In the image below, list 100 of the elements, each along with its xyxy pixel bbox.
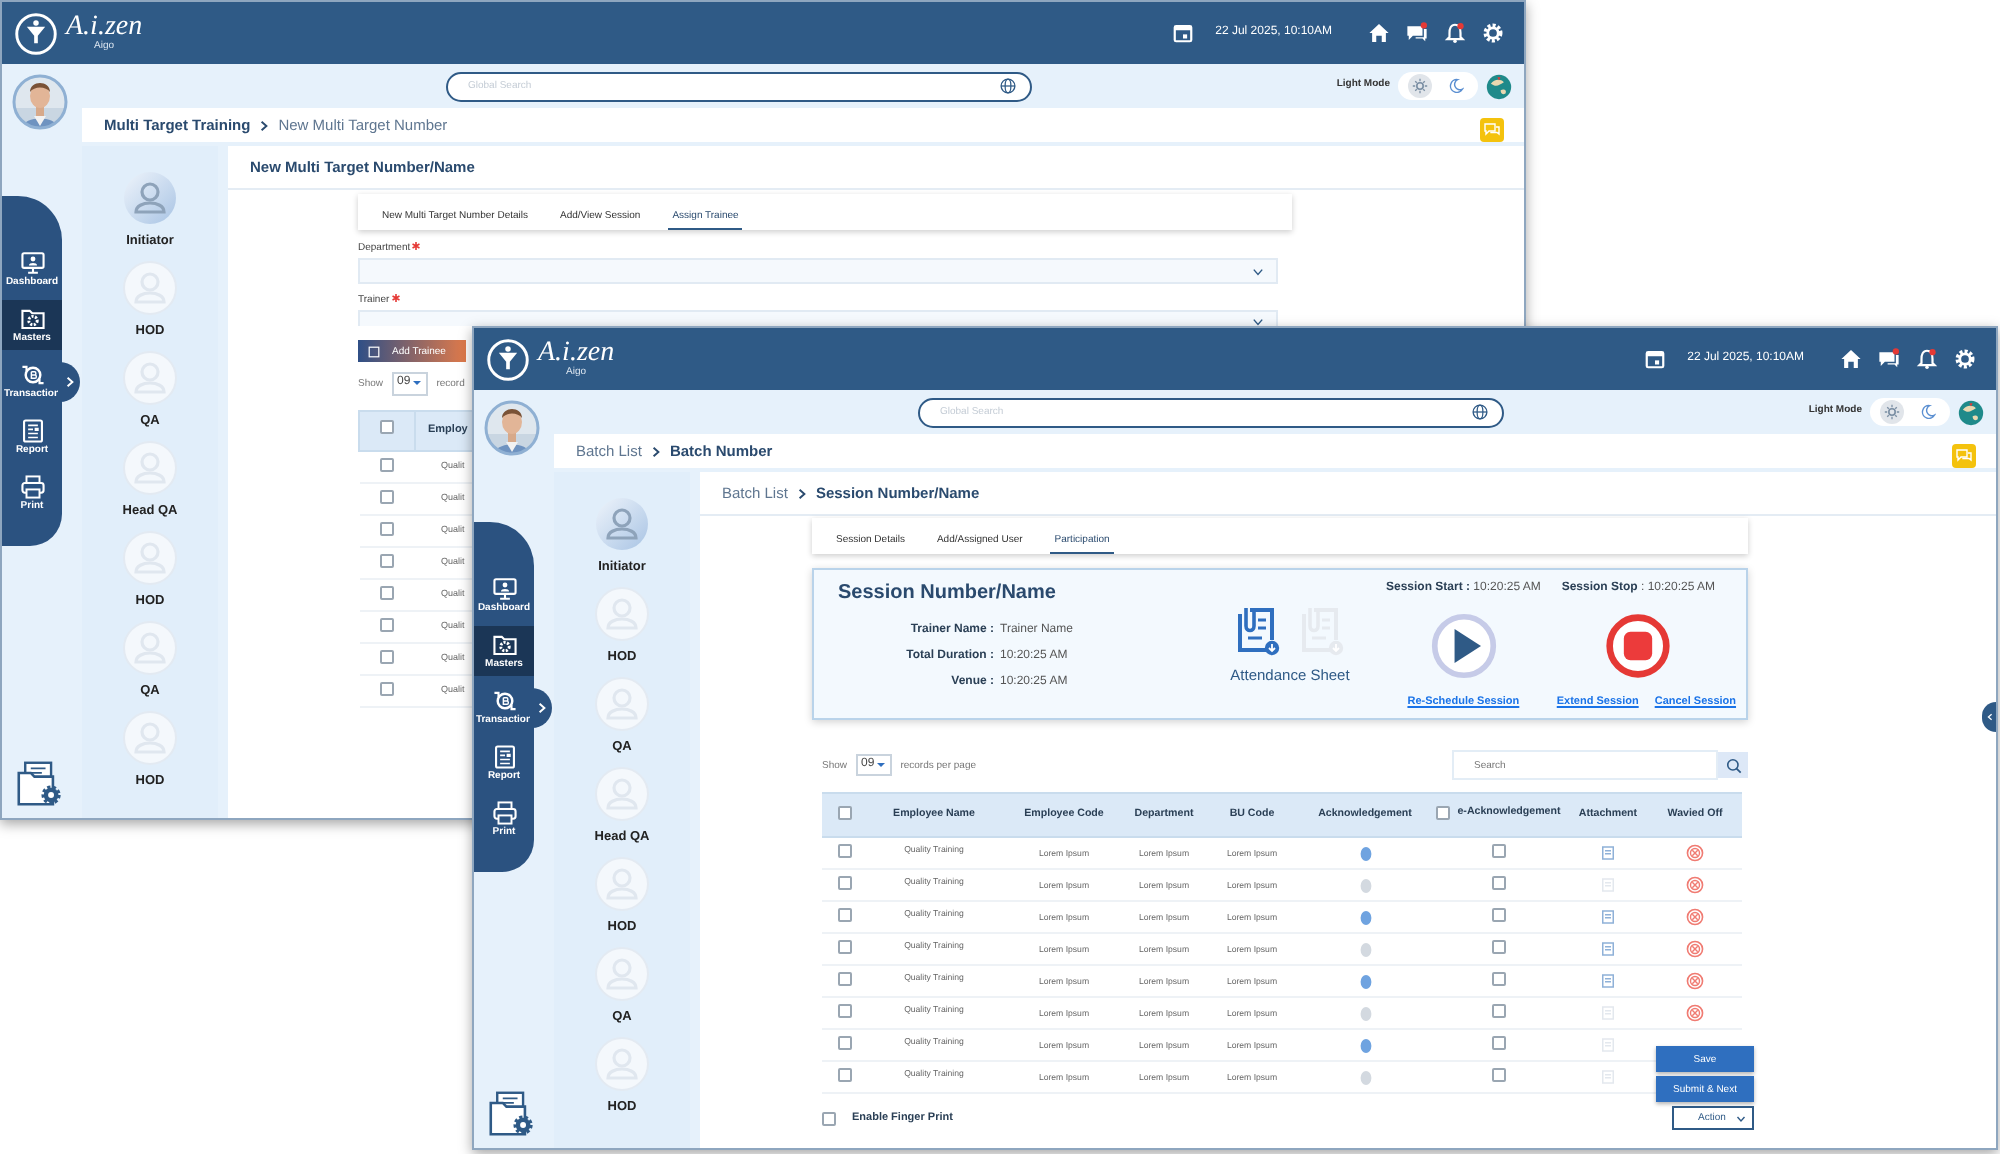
- settings-icon[interactable]: [1482, 22, 1504, 44]
- checkbox[interactable]: [837, 940, 851, 955]
- expand-button[interactable]: [530, 688, 552, 728]
- folder-settings-icon[interactable]: [16, 759, 64, 808]
- logo-icon: [486, 337, 530, 381]
- chevron-down-icon: [1252, 265, 1264, 278]
- checkbox[interactable]: [380, 649, 394, 664]
- chat-icon[interactable]: [1406, 22, 1428, 44]
- checkbox[interactable]: [380, 681, 394, 696]
- profile-globe-icon: [1486, 73, 1512, 99]
- search-button[interactable]: [1718, 752, 1748, 778]
- cycle-icon: [491, 688, 517, 714]
- chevron-icon: [535, 702, 547, 714]
- checkbox[interactable]: [1491, 1004, 1505, 1019]
- caret-icon: [412, 378, 423, 389]
- checkbox[interactable]: [380, 457, 394, 472]
- checkbox[interactable]: [380, 553, 394, 568]
- checkbox[interactable]: [1491, 908, 1505, 923]
- checkbox[interactable]: [837, 876, 851, 891]
- checkbox[interactable]: [1491, 1036, 1505, 1051]
- cycle-icon: [19, 362, 45, 388]
- profile-globe-icon: [1958, 399, 1984, 425]
- play-icon: [1429, 612, 1498, 681]
- checkbox[interactable]: [837, 1004, 851, 1019]
- calendar-icon: [1643, 348, 1666, 370]
- stop-icon: [1604, 612, 1673, 681]
- stop-button[interactable]: [1604, 612, 1673, 681]
- report-icon: [19, 418, 45, 444]
- checkbox[interactable]: [380, 585, 394, 600]
- logo-icon: [14, 11, 58, 55]
- waive-icon[interactable]: [1686, 908, 1704, 926]
- chat-icon[interactable]: [1878, 348, 1900, 370]
- checkbox[interactable]: [837, 908, 851, 923]
- waive-icon[interactable]: [1686, 876, 1704, 894]
- chat-icon: [1484, 121, 1500, 137]
- checkbox[interactable]: [1491, 972, 1505, 987]
- chat-icon: [1956, 447, 1972, 463]
- folder-gear-icon: [19, 306, 45, 332]
- checkbox[interactable]: [837, 844, 851, 859]
- waive-icon[interactable]: [1686, 940, 1704, 958]
- document-icon[interactable]: [1602, 910, 1614, 924]
- document-icon[interactable]: [1602, 974, 1614, 988]
- chat-button[interactable]: [1952, 443, 1976, 467]
- moon-icon: [1448, 78, 1464, 94]
- select-all-checkbox[interactable]: [380, 420, 394, 435]
- chevron-down-icon: [1736, 1113, 1746, 1123]
- dropdown-field[interactable]: [358, 310, 1278, 327]
- notification-icon[interactable]: [1444, 22, 1466, 44]
- chevron-icon: [1985, 712, 1993, 722]
- logo-text: A.i.zen: [538, 340, 615, 368]
- notification-icon[interactable]: [1916, 348, 1938, 370]
- session-title: Session Number/Name: [838, 582, 1058, 606]
- report-icon: [491, 744, 517, 770]
- document-icon[interactable]: [1602, 942, 1614, 956]
- moon-icon: [1920, 404, 1936, 420]
- waive-icon[interactable]: [1686, 1004, 1704, 1022]
- logo-text: A.i.zen: [66, 14, 143, 42]
- checkbox[interactable]: [837, 1068, 851, 1083]
- search-icon: [1725, 757, 1741, 773]
- dashboard-icon: [491, 576, 517, 602]
- checkbox[interactable]: [822, 1111, 836, 1125]
- add-icon: [368, 345, 380, 358]
- checkbox[interactable]: [1491, 876, 1505, 891]
- globe-search-icon: [998, 76, 1018, 96]
- dashboard-icon: [19, 250, 45, 276]
- printer-icon: [19, 474, 45, 500]
- attendance-sheet-icon[interactable]: [1234, 606, 1282, 658]
- theme-toggle[interactable]: [1870, 398, 1950, 426]
- select-all-checkbox[interactable]: [837, 805, 851, 820]
- checkbox[interactable]: [1491, 1068, 1505, 1083]
- dropdown-field[interactable]: [358, 258, 1278, 285]
- settings-icon[interactable]: [1954, 348, 1976, 370]
- checkbox[interactable]: [1491, 940, 1505, 955]
- start-button[interactable]: [1429, 612, 1498, 681]
- folder-settings-icon[interactable]: [488, 1089, 536, 1138]
- chevron-icon: [649, 445, 662, 457]
- chevron-icon: [63, 376, 75, 388]
- folder-gear-icon: [491, 632, 517, 658]
- document-icon[interactable]: [1602, 846, 1614, 860]
- checkbox[interactable]: [380, 617, 394, 632]
- calendar-icon: [1171, 22, 1194, 44]
- sun-icon: [1884, 404, 1900, 420]
- checkbox[interactable]: [380, 521, 394, 536]
- caret-icon: [876, 760, 887, 770]
- chat-button[interactable]: [1480, 117, 1504, 141]
- theme-toggle[interactable]: [1398, 72, 1478, 100]
- chevron-icon: [795, 487, 808, 499]
- home-icon[interactable]: [1368, 22, 1390, 44]
- home-icon[interactable]: [1840, 348, 1862, 370]
- checkbox[interactable]: [380, 489, 394, 504]
- expand-button[interactable]: [58, 362, 80, 402]
- sun-icon: [1412, 78, 1428, 94]
- checkbox[interactable]: [1491, 844, 1505, 859]
- waive-icon[interactable]: [1686, 844, 1704, 862]
- chevron-icon: [258, 119, 271, 131]
- globe-search-icon: [1470, 402, 1490, 422]
- checkbox[interactable]: [837, 1036, 851, 1051]
- select-all-checkbox[interactable]: [1435, 805, 1450, 820]
- waive-icon[interactable]: [1686, 972, 1704, 990]
- checkbox[interactable]: [837, 972, 851, 987]
